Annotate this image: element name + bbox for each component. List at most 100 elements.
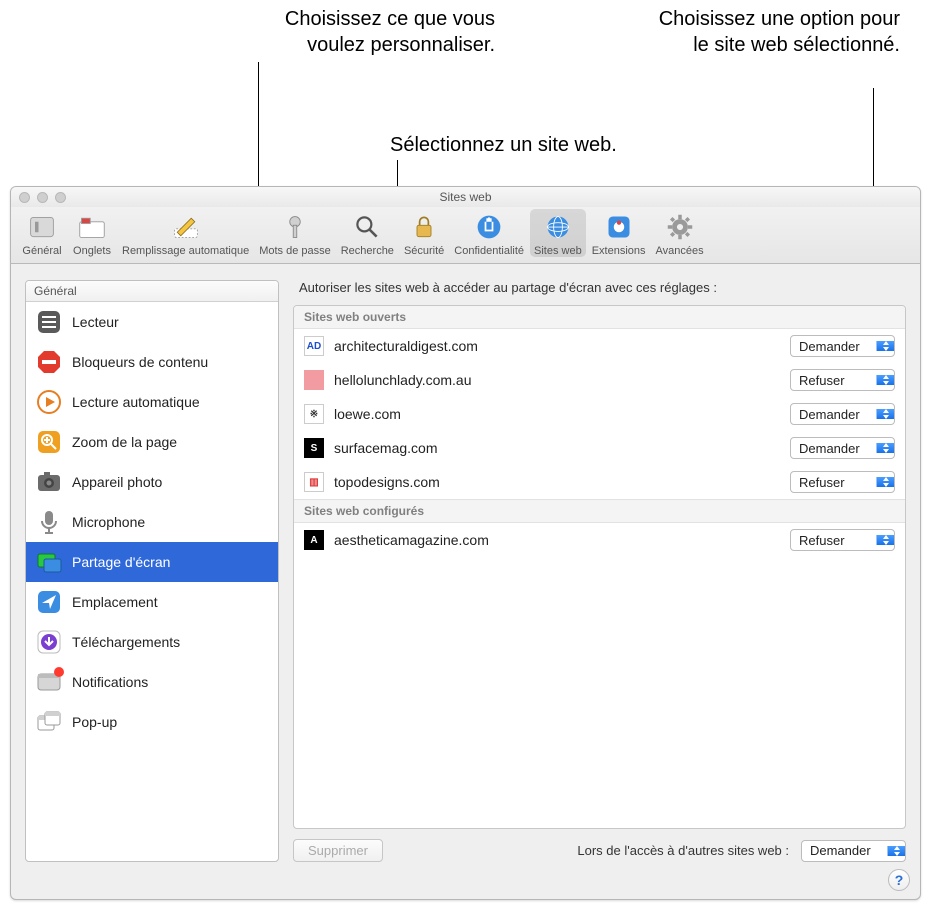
lock-icon [408,211,440,243]
toolbar-label: Remplissage automatique [122,245,249,257]
site-rows-open: ADarchitecturaldigest.comDemanderhellolu… [294,329,905,499]
site-option-value: Demander [791,339,876,354]
sidebar-item-popup[interactable]: Pop-up [26,702,278,742]
camera-icon [36,469,62,495]
window-titlebar: Sites web [11,187,920,207]
sidebar-item-notifications[interactable]: Notifications [26,662,278,702]
toolbar-label: Mots de passe [259,245,331,257]
callout-option: Choisissez une option pour le site web s… [640,6,900,58]
toolbar-tabs[interactable]: Onglets [68,209,116,257]
remove-button[interactable]: Supprimer [293,839,383,862]
sidebar-item-label: Appareil photo [72,474,162,490]
chevron-updown-icon [876,477,894,487]
sidebar-item-label: Zoom de la page [72,434,177,450]
intro-text: Autoriser les sites web à accéder au par… [293,280,906,295]
window-title: Sites web [11,190,920,204]
preferences-window: Sites web Général Onglets Remplissage au… [10,186,921,900]
site-row[interactable]: ADarchitecturaldigest.comDemander [294,329,905,363]
sidebar-list: Lecteur Bloqueurs de contenu Lecture autom… [26,302,278,861]
site-row[interactable]: Aaestheticamagazine.com Refuser [294,523,905,557]
other-sites-label: Lors de l'accès à d'autres sites web : [577,843,789,858]
pencil-form-icon [170,211,202,243]
other-sites-select[interactable]: Demander [801,840,906,862]
sidebar-item-autoplay[interactable]: Lecture automatique [26,382,278,422]
site-option-select[interactable]: Demander [790,403,895,425]
globe-icon [542,211,574,243]
toolbar-extensions[interactable]: Extensions [588,209,650,257]
puzzle-icon [603,211,635,243]
sidebar-item-screenshare[interactable]: Partage d'écran [26,542,278,582]
favicon [304,370,324,390]
toolbar-label: Recherche [341,245,394,257]
gear-icon [664,211,696,243]
site-domain: architecturaldigest.com [334,338,780,354]
site-option-select[interactable]: Refuser [790,529,895,551]
sidebar-item-location[interactable]: Emplacement [26,582,278,622]
site-option-value: Refuser [791,373,876,388]
downloads-icon [36,629,62,655]
favicon: ▥ [304,472,324,492]
toolbar-websites[interactable]: Sites web [530,209,586,257]
sites-table: Sites web ouverts ADarchitecturaldigest.… [293,305,906,829]
help-button[interactable]: ? [888,869,910,891]
sidebar-item-reader[interactable]: Lecteur [26,302,278,342]
preferences-toolbar: Général Onglets Remplissage automatique … [11,207,920,264]
site-option-select[interactable]: Refuser [790,471,895,493]
toolbar-passwords[interactable]: Mots de passe [255,209,335,257]
sidebar-item-zoom[interactable]: Zoom de la page [26,422,278,462]
toolbar-privacy[interactable]: Confidentialité [450,209,528,257]
site-rows-configured: Aaestheticamagazine.com Refuser [294,523,905,557]
search-icon [351,211,383,243]
screenshare-icon [36,549,62,575]
section-header-configured: Sites web configurés [294,499,905,523]
toolbar-label: Extensions [592,245,646,257]
callouts-region: Choisissez ce que vous voulez personnali… [0,0,931,186]
hand-icon [473,211,505,243]
site-domain: aestheticamagazine.com [334,532,780,548]
toolbar-search[interactable]: Recherche [337,209,398,257]
sidebar-item-microphone[interactable]: Microphone [26,502,278,542]
site-option-select[interactable]: Demander [790,335,895,357]
toolbar-advanced[interactable]: Avancées [652,209,708,257]
popup-icon [36,709,62,735]
sidebar-header: Général [26,281,278,302]
toolbar-label: Onglets [73,245,111,257]
sidebar-item-downloads[interactable]: Téléchargements [26,622,278,662]
other-sites-value: Demander [802,843,887,858]
toolbar-label: Sites web [534,245,582,257]
chevron-updown-icon [887,846,905,856]
reader-icon [36,309,62,335]
favicon: A [304,530,324,550]
toolbar-general[interactable]: Général [18,209,66,257]
microphone-icon [36,509,62,535]
chevron-updown-icon [876,409,894,419]
chevron-updown-icon [876,443,894,453]
site-row[interactable]: ※loewe.comDemander [294,397,905,431]
callout-select-site: Sélectionnez un site web. [390,132,670,158]
site-domain: topodesigns.com [334,474,780,490]
site-option-value: Demander [791,407,876,422]
callout-customize: Choisissez ce que vous voulez personnali… [255,6,495,58]
autoplay-icon [36,389,62,415]
favicon: ※ [304,404,324,424]
toolbar-security[interactable]: Sécurité [400,209,448,257]
sidebar-item-camera[interactable]: Appareil photo [26,462,278,502]
key-icon [279,211,311,243]
sidebar-item-label: Pop-up [72,714,117,730]
location-icon [36,589,62,615]
toolbar-label: Sécurité [404,245,444,257]
toolbar-autofill[interactable]: Remplissage automatique [118,209,253,257]
site-row[interactable]: hellolunchlady.com.au Refuser [294,363,905,397]
site-option-select[interactable]: Demander [790,437,895,459]
footer-bar: Supprimer Lors de l'accès à d'autres sit… [293,839,906,862]
sidebar-item-label: Partage d'écran [72,554,170,570]
sidebar-item-label: Bloqueurs de contenu [72,354,208,370]
sidebar-item-contentblockers[interactable]: Bloqueurs de contenu [26,342,278,382]
section-header-open: Sites web ouverts [294,306,905,329]
site-row[interactable]: Ssurfacemag.comDemander [294,431,905,465]
site-option-select[interactable]: Refuser [790,369,895,391]
site-row[interactable]: ▥ topodesigns.com Refuser [294,465,905,499]
zoom-icon [36,429,62,455]
toolbar-label: Avancées [656,245,704,257]
site-domain: hellolunchlady.com.au [334,372,780,388]
